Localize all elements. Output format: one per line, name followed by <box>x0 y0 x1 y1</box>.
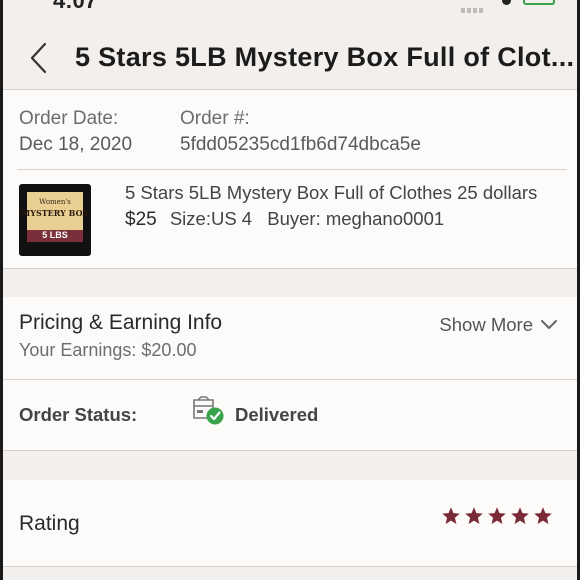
order-number: Order #: 5fdd05235cd1fb6d74dbca5e <box>180 106 421 158</box>
order-number-label: Order #: <box>180 108 250 129</box>
order-status-value: Delivered <box>235 404 319 425</box>
show-more-button[interactable]: Show More <box>439 314 557 336</box>
product-row[interactable]: Women's MYSTERY BOX 5 LBS 5 Stars 5LB My… <box>3 172 577 268</box>
thumbnail-text-2: MYSTERY BOX <box>21 208 89 218</box>
battery-icon <box>523 0 555 5</box>
product-buyer: Buyer: meghano0001 <box>267 208 445 229</box>
section-spacer <box>3 567 577 580</box>
earnings-text: Your Earnings: $20.00 <box>19 340 197 360</box>
rating-stars <box>438 506 553 526</box>
thumbnail-text-1: Women's <box>39 198 71 206</box>
app-screen: 4:07 5 Stars 5LB Mystery Box Full of Clo… <box>0 0 580 580</box>
wifi-icon <box>502 0 511 5</box>
pricing-title: Pricing & Earning Info <box>19 311 223 334</box>
order-date-label: Order Date: <box>19 108 119 129</box>
product-details: $25 Size:US 4 Buyer: meghano0001 <box>125 208 444 231</box>
star-icon <box>442 507 460 524</box>
pricing-section: Pricing & Earning Info Your Earnings: $2… <box>3 297 577 379</box>
status-time: 4:07 <box>53 0 98 13</box>
order-date-value: Dec 18, 2020 <box>19 134 133 155</box>
rating-section: Rating <box>3 480 577 566</box>
star-icon <box>511 507 529 524</box>
nav-bar: 5 Stars 5LB Mystery Box Full of Clot... <box>3 14 577 90</box>
rating-label: Rating <box>19 512 80 535</box>
star-icon <box>488 507 506 524</box>
product-thumbnail[interactable]: Women's MYSTERY BOX 5 LBS <box>19 184 91 256</box>
product-title: 5 Stars 5LB Mystery Box Full of Clothes … <box>125 182 538 203</box>
delivered-box-check-icon <box>191 396 225 426</box>
signal-icon <box>461 0 487 13</box>
order-number-value: 5fdd05235cd1fb6d74dbca5e <box>180 134 421 155</box>
chevron-down-icon <box>541 320 557 329</box>
status-bar: 4:07 <box>3 0 577 14</box>
star-icon <box>534 507 552 524</box>
back-chevron-icon[interactable] <box>27 42 51 74</box>
product-price: $25 <box>125 209 157 230</box>
page-title: 5 Stars 5LB Mystery Box Full of Clot... <box>75 42 575 72</box>
thumbnail-text-3: 5 LBS <box>42 230 68 240</box>
show-more-label: Show More <box>439 314 533 335</box>
order-status-label: Order Status: <box>19 404 138 425</box>
section-spacer <box>3 451 577 480</box>
divider <box>17 169 567 170</box>
order-meta: Order Date: Dec 18, 2020 Order #: 5fdd05… <box>3 98 577 170</box>
product-size: Size:US 4 <box>169 208 253 229</box>
order-date: Order Date: Dec 18, 2020 <box>19 106 132 158</box>
section-spacer <box>3 269 577 297</box>
star-icon <box>465 507 483 524</box>
order-status-section: Order Status: Delivered <box>3 380 577 450</box>
